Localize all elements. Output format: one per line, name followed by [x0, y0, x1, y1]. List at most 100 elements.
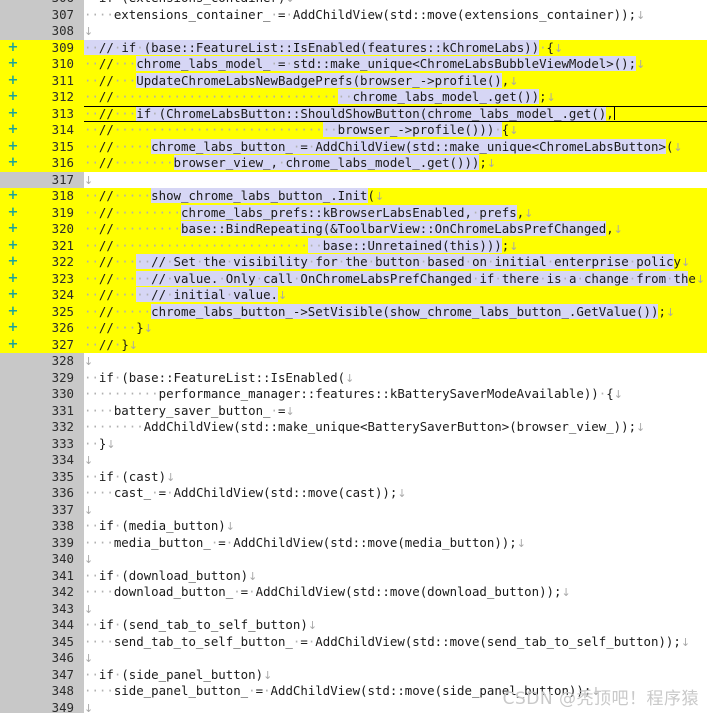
code-text[interactable]: ↓ [84, 700, 707, 713]
code-text[interactable]: ··//···UpdateChromeLabsNewBadgePrefs(bro… [84, 72, 707, 90]
code-line[interactable]: 337 ↓ [0, 502, 707, 519]
added-line-plus-icon: + [7, 89, 19, 104]
code-line[interactable]: +311 ··//···UpdateChromeLabsNewBadgePrefs… [0, 72, 707, 90]
line-number: 311 [51, 72, 74, 88]
code-text[interactable]: ··//···chrome_labs_model_·=·std::make_un… [84, 56, 707, 73]
code-line[interactable]: 308 ↓ [0, 23, 707, 40]
code-line[interactable]: 330 ··········performance_manager::featur… [0, 386, 707, 403]
line-number: 328 [51, 353, 74, 368]
code-line[interactable]: +325 ··//·····chrome_labs_button_->SetVis… [0, 303, 707, 321]
code-line[interactable]: +322 ··//·····//·Set·the·visibility·for·t… [0, 254, 707, 271]
code-text[interactable]: ··//·········chrome_labs_prefs::kBrowser… [84, 204, 707, 222]
code-text[interactable]: ··if·(base::FeatureList::IsEnabled(↓ [84, 370, 707, 387]
code-text[interactable]: ··//·····chrome_labs_button_->SetVisible… [84, 303, 707, 321]
code-text[interactable]: ··//·if·(base::FeatureList::IsEnabled(fe… [84, 39, 707, 57]
code-text[interactable]: ··//·}↓ [84, 337, 707, 354]
line-number: 312 [51, 89, 74, 104]
code-text[interactable]: ··//································chro… [84, 89, 707, 106]
code-line[interactable]: 307 ····extensions_container_·=·AddChildV… [0, 7, 707, 24]
code-line[interactable]: 348 ····side_panel_button_·=·AddChildView… [0, 683, 707, 700]
code-text[interactable]: ··}↓ [84, 436, 707, 453]
code-text[interactable]: ··if·(download_button)↓ [84, 568, 707, 585]
code-line[interactable]: +315 ··//·····chrome_labs_button_·=·AddCh… [0, 138, 707, 156]
line-number: 342 [51, 584, 74, 599]
code-text[interactable]: ····extensions_container_·=·AddChildView… [84, 7, 707, 24]
code-line[interactable]: +310 ··//···chrome_labs_model_·=·std::mak… [0, 56, 707, 73]
code-text[interactable]: ··if·(cast)↓ [84, 469, 707, 486]
code-text[interactable]: ····cast_·=·AddChildView(std::move(cast)… [84, 485, 707, 502]
code-text[interactable]: ··········performance_manager::features:… [84, 386, 707, 403]
code-line[interactable]: +326 ··//···}↓ [0, 320, 707, 337]
code-line[interactable]: 334 ↓ [0, 452, 707, 469]
code-editor[interactable]: 306··if·(extensions_container)↓307····ex… [0, 0, 707, 713]
code-line[interactable]: 332 ········AddChildView(std::make_unique… [0, 419, 707, 436]
code-line[interactable]: 342 ····download_button_·=·AddChildView(s… [0, 584, 707, 601]
code-text[interactable]: ··//·········base::BindRepeating(&Toolba… [84, 221, 707, 238]
code-line[interactable]: +327 ··//·}↓ [0, 336, 707, 354]
code-line[interactable]: 317 ↓ [0, 172, 707, 189]
code-line[interactable]: 329 ··if·(base::FeatureList::IsEnabled(↓ [0, 370, 707, 387]
code-text[interactable]: ↓ [84, 452, 707, 469]
selection-highlight: chrome_labs_button_->SetVisible(show_chr… [151, 303, 659, 319]
code-text[interactable]: ··//······························browse… [84, 122, 707, 139]
code-text[interactable]: ··//·····//·initial·value.↓ [84, 287, 707, 304]
code-line[interactable]: 349 ↓ [0, 700, 707, 713]
code-text[interactable]: ··//·····show_chrome_labs_button_.Init(↓ [84, 188, 707, 205]
code-line[interactable]: 347 ··if·(side_panel_button)↓ [0, 667, 707, 684]
code-line[interactable]: +318 ··//·····show_chrome_labs_button_.In… [0, 188, 707, 205]
code-line[interactable]: 343 ↓ [0, 601, 707, 618]
code-line[interactable]: 341 ··if·(download_button)↓ [0, 568, 707, 585]
code-text[interactable]: ↓ [84, 172, 707, 189]
code-text[interactable]: ↓ [84, 23, 707, 40]
code-line[interactable]: +323 ··//·····//·value.·Only·call·OnChrom… [0, 270, 707, 288]
code-line[interactable]: 339 ····media_button_·=·AddChildView(std:… [0, 535, 707, 552]
code-text[interactable]: ··//·····//·value.·Only·call·OnChromeLab… [84, 270, 707, 288]
code-line[interactable]: +324 ··//·····//·initial·value.↓ [0, 287, 707, 304]
code-text[interactable]: ····battery_saver_button_·=↓ [84, 403, 707, 420]
code-text[interactable]: ····send_tab_to_self_button_·=·AddChildV… [84, 634, 707, 651]
line-number: 333 [51, 435, 74, 451]
code-text[interactable]: ··//·····//·Set·the·visibility·for·the·b… [84, 254, 707, 271]
code-line[interactable]: +319 ··//·········chrome_labs_prefs::kBro… [0, 204, 707, 222]
code-line[interactable]: +312 ··//································… [0, 89, 707, 106]
code-lines-container[interactable]: 306··if·(extensions_container)↓307····ex… [0, 0, 707, 713]
code-line[interactable]: 336 ····cast_·=·AddChildView(std::move(ca… [0, 485, 707, 502]
code-line[interactable]: 344 ··if·(send_tab_to_self_button)↓ [0, 617, 707, 634]
code-line[interactable]: 340 ↓ [0, 551, 707, 568]
code-text[interactable]: ··//········browser_view_,·chrome_labs_m… [84, 155, 707, 172]
code-text[interactable]: ··if·(media_button)↓ [84, 518, 707, 535]
code-text[interactable]: ····side_panel_button_·=·AddChildView(st… [84, 683, 707, 700]
code-text[interactable]: ↓ [84, 650, 707, 667]
added-line-plus-icon: + [7, 287, 19, 302]
code-line[interactable]: +313 ··//···if·(ChromeLabsButton::ShouldS… [0, 105, 707, 123]
code-text[interactable]: ··//···}↓ [84, 320, 707, 337]
code-line[interactable]: 335 ··if·(cast)↓ [0, 469, 707, 486]
code-text[interactable]: ↓ [84, 601, 707, 618]
line-number: 331 [51, 402, 74, 418]
code-line[interactable]: +314 ··//······························br… [0, 122, 707, 139]
code-text[interactable]: ··if·(send_tab_to_self_button)↓ [84, 617, 707, 634]
code-line[interactable]: 346 ↓ [0, 650, 707, 667]
code-text[interactable]: ↓ [84, 353, 707, 370]
code-text[interactable]: ········AddChildView(std::make_unique<Ba… [84, 419, 707, 436]
code-line[interactable]: +309 ··//·if·(base::FeatureList::IsEnable… [0, 39, 707, 57]
code-text[interactable]: ····download_button_·=·AddChildView(std:… [84, 584, 707, 601]
code-text[interactable]: ····media_button_·=·AddChildView(std::mo… [84, 535, 707, 552]
code-line[interactable]: +316 ··//········browser_view_,·chrome_la… [0, 155, 707, 172]
code-line[interactable]: 345 ····send_tab_to_self_button_·=·AddChi… [0, 634, 707, 651]
code-text[interactable]: ↓ [84, 502, 707, 519]
code-line[interactable]: 338 ··if·(media_button)↓ [0, 518, 707, 535]
code-text[interactable]: ··//···if·(ChromeLabsButton::ShouldShowB… [84, 105, 707, 123]
code-text[interactable]: ··//·····chrome_labs_button_·=·AddChildV… [84, 138, 707, 156]
code-line[interactable]: +321 ··//····························base… [0, 237, 707, 255]
code-line[interactable]: 331 ····battery_saver_button_·=↓ [0, 403, 707, 420]
code-line[interactable]: 328 ↓ [0, 353, 707, 370]
line-number: 339 [51, 534, 74, 550]
code-line[interactable]: 333 ··}↓ [0, 436, 707, 453]
code-line[interactable]: +320 ··//·········base::BindRepeating(&To… [0, 221, 707, 238]
code-text[interactable]: ··if·(side_panel_button)↓ [84, 667, 707, 684]
line-number: 337 [51, 501, 74, 517]
code-text[interactable]: ··//····························base::Un… [84, 237, 707, 255]
added-line-plus-icon: + [7, 237, 19, 253]
code-text[interactable]: ↓ [84, 551, 707, 568]
